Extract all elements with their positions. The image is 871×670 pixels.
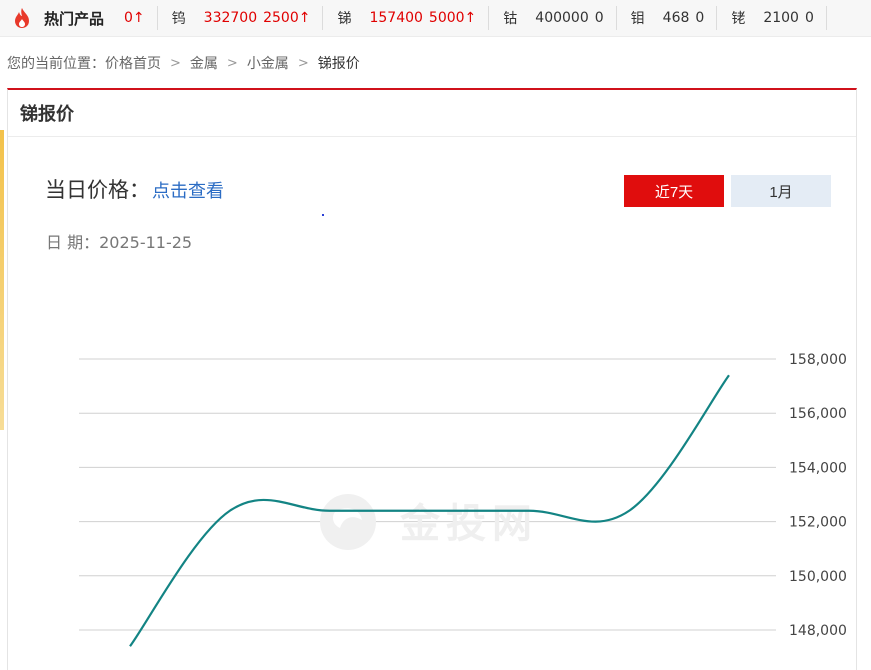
price-line-chart: 金投网 148,000 150,000 152,000 154,000 156,000 1… (79, 352, 847, 647)
y-tick-label: 154,000 (789, 460, 847, 476)
y-tick-label: 152,000 (789, 515, 847, 531)
watermark: 金投网 (320, 494, 538, 550)
y-tick-label: 156,000 (789, 406, 847, 422)
watermark-text: 金投网 (399, 501, 538, 547)
watermark-logo-icon (320, 494, 376, 550)
y-tick-label: 148,000 (789, 623, 847, 639)
series-line (129, 374, 730, 647)
y-tick-label: 150,000 (789, 569, 847, 585)
y-tick-label: 158,000 (789, 352, 847, 368)
